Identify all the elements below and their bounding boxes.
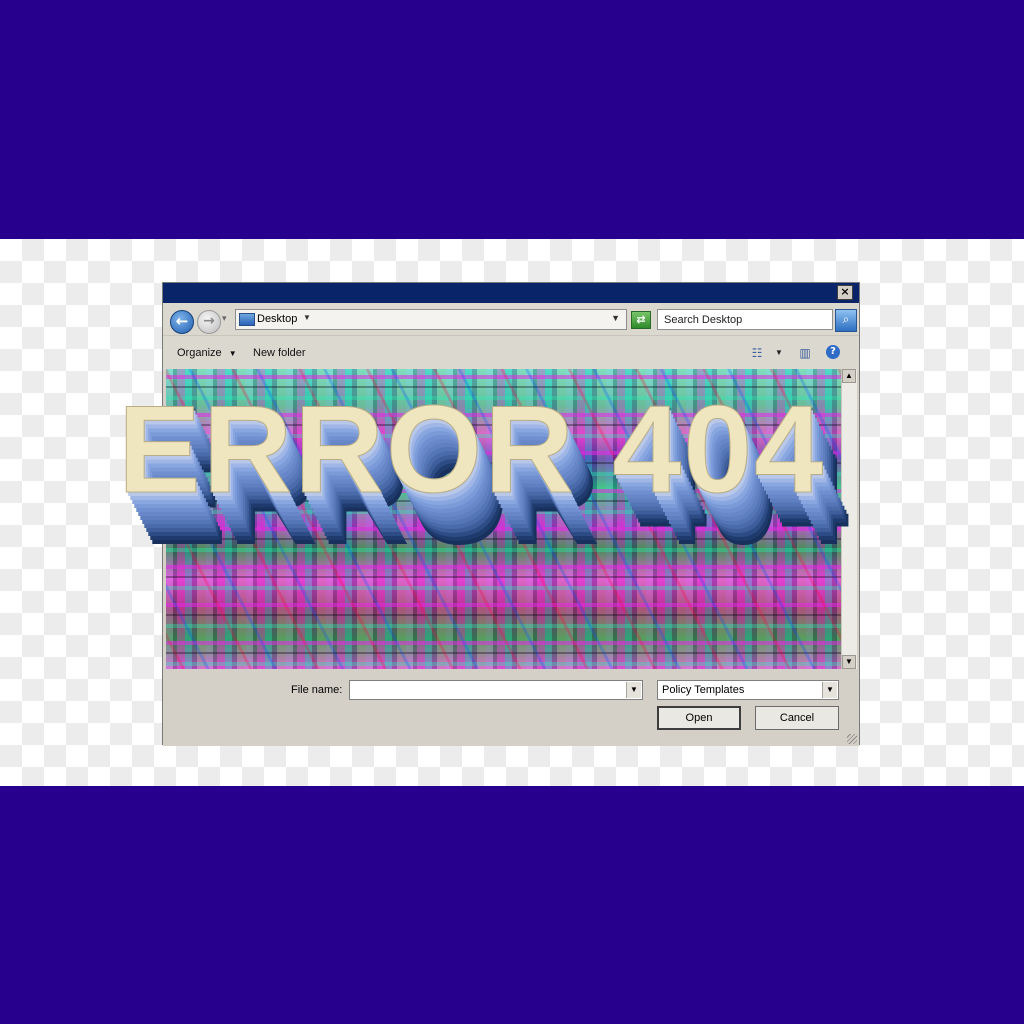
file-type-select[interactable]: Policy Templates ▼ [657,680,839,700]
organize-button[interactable]: Organize ▼ [177,347,237,359]
close-button[interactable]: × [837,285,853,300]
file-name-dropdown-icon[interactable]: ▼ [626,682,641,698]
resize-grip[interactable] [847,734,857,744]
refresh-button[interactable]: ⇄ [631,311,651,329]
monitor-icon [239,313,255,326]
dialog-footer: File name: ▼ Policy Templates ▼ Open Can… [163,669,859,746]
back-button[interactable]: ← [170,310,194,334]
file-type-value: Policy Templates [662,684,745,696]
error-headline: ERROR 404 [118,381,826,519]
title-bar: × [163,283,859,303]
recent-pages-chevron-icon[interactable]: ▾ [222,313,227,324]
bottom-band [0,786,1024,1024]
close-icon: × [840,285,850,298]
search-placeholder: Search Desktop [664,314,743,326]
new-folder-button[interactable]: New folder [253,347,306,359]
back-arrow-icon: ← [175,312,189,330]
address-bar[interactable]: Desktop ▼ ▼ [235,309,627,330]
organize-label: Organize [177,347,222,359]
search-icon: ⌕ [842,312,850,326]
breadcrumb-chevron-icon[interactable]: ▼ [303,313,311,322]
preview-pane-icon[interactable]: ▥ [797,346,813,360]
forward-arrow-icon: → [203,313,215,329]
search-button[interactable]: ⌕ [835,309,857,332]
organize-chevron-icon: ▼ [228,349,237,358]
address-dropdown-icon[interactable]: ▼ [611,313,620,323]
forward-button[interactable]: → [197,310,221,334]
address-row: ← → ▾ Desktop ▼ ▼ ⇄ Search Desktop ⌕ [163,303,859,335]
address-location[interactable]: Desktop [257,313,297,325]
file-name-label: File name: [291,684,343,696]
file-type-dropdown-icon[interactable]: ▼ [822,682,837,698]
file-name-field[interactable]: ▼ [349,680,643,700]
open-button[interactable]: Open [657,706,741,730]
command-toolbar: Organize ▼ New folder ☷ ▼ ▥ ? [163,335,859,370]
search-input[interactable]: Search Desktop [657,309,833,330]
scroll-up-arrow-icon[interactable]: ▲ [842,369,856,383]
view-icon[interactable]: ☷ [749,346,765,360]
refresh-icon: ⇄ [636,313,646,326]
top-band [0,0,1024,239]
help-icon[interactable]: ? [826,345,840,359]
cancel-button[interactable]: Cancel [755,706,839,730]
view-chevron-icon[interactable]: ▼ [771,346,787,360]
scroll-down-arrow-icon[interactable]: ▼ [842,655,856,669]
